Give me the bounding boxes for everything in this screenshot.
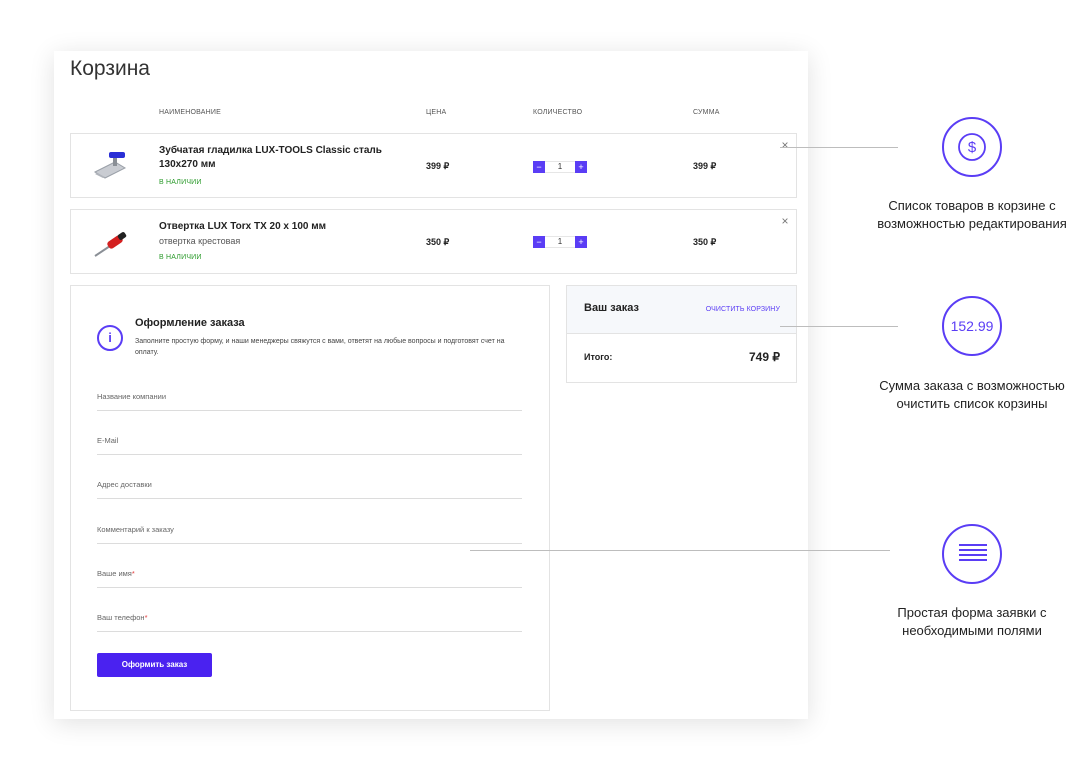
- stock-status: В НАЛИЧИИ: [159, 179, 202, 186]
- item-name[interactable]: Отвертка LUX Torx TX 20 x 100 мм: [159, 220, 409, 234]
- annotation-caption: Простая форма заявки с необходимыми поля…: [897, 605, 1047, 638]
- header-quantity: КОЛИЧЕСТВО: [533, 109, 583, 116]
- cart-row: Отвертка LUX Torx TX 20 x 100 мм отвертк…: [70, 209, 797, 274]
- header-name: НАИМЕНОВАНИЕ: [159, 109, 222, 116]
- trowel-icon: [89, 148, 133, 184]
- page: Корзина НАИМЕНОВАНИЕ ЦЕНА КОЛИЧЕСТВО СУМ…: [0, 0, 1079, 777]
- item-sum: 399 ₽: [693, 161, 717, 171]
- item-price: 350 ₽: [426, 237, 450, 247]
- field-label: Название компании: [97, 392, 167, 401]
- remove-item-close-icon[interactable]: ×: [780, 139, 790, 151]
- svg-text:$: $: [968, 139, 977, 156]
- list-icon: [942, 524, 1002, 584]
- item-subtitle: отвертка крестовая: [159, 236, 241, 246]
- field-label: Ваш телефон*: [97, 613, 148, 622]
- order-title: Ваш заказ: [584, 302, 639, 314]
- required-mark: *: [131, 569, 135, 578]
- stock-status: В НАЛИЧИИ: [159, 254, 202, 261]
- field-label: Ваше имя*: [97, 569, 135, 578]
- quantity-stepper: − 1 +: [533, 161, 587, 173]
- total-label: Итого:: [584, 352, 613, 362]
- field-label: E-Mail: [97, 436, 119, 445]
- item-sum: 350 ₽: [693, 237, 717, 247]
- increase-button[interactable]: +: [575, 236, 587, 248]
- annotation-line: [470, 550, 890, 551]
- annotation-line: [780, 147, 898, 148]
- checkout-form: i Оформление заказа Заполните простую фо…: [70, 285, 550, 711]
- order-comment-field[interactable]: Комментарий к заказу: [97, 514, 522, 544]
- annotation-line: [780, 326, 898, 327]
- required-mark: *: [144, 613, 148, 622]
- order-summary: Ваш заказ ОЧИСТИТЬ КОРЗИНУ Итого: 749 ₽: [566, 285, 797, 383]
- decrease-button[interactable]: −: [533, 161, 545, 173]
- checkout-title: Оформление заказа: [135, 317, 245, 329]
- field-label: Комментарий к заказу: [97, 525, 174, 534]
- place-order-button[interactable]: Оформить заказ: [97, 653, 212, 677]
- increase-button[interactable]: +: [575, 161, 587, 173]
- page-title: Корзина: [70, 57, 150, 80]
- item-price: 399 ₽: [426, 161, 450, 171]
- sum-badge: 152.99: [942, 296, 1002, 356]
- annotation-caption: Список товаров в корзине с возможностью …: [877, 198, 1067, 231]
- clear-cart-link[interactable]: ОЧИСТИТЬ КОРЗИНУ: [706, 306, 780, 313]
- quantity-input[interactable]: 1: [545, 161, 575, 173]
- quantity-stepper: − 1 +: [533, 236, 587, 248]
- order-summary-header: Ваш заказ ОЧИСТИТЬ КОРЗИНУ: [567, 286, 796, 334]
- table-header: НАИМЕНОВАНИЕ ЦЕНА КОЛИЧЕСТВО СУММА: [54, 109, 808, 121]
- total-value: 749 ₽: [749, 350, 780, 364]
- screwdriver-icon: [89, 224, 133, 260]
- dollar-icon: $: [942, 117, 1002, 177]
- header-sum: СУММА: [693, 109, 720, 116]
- header-price: ЦЕНА: [426, 109, 447, 116]
- item-name[interactable]: Зубчатая гладилка LUX-TOOLS Classic стал…: [159, 144, 409, 172]
- field-label: Адрес доставки: [97, 480, 152, 489]
- name-field[interactable]: Ваше имя*: [97, 558, 522, 588]
- company-name-field[interactable]: Название компании: [97, 381, 522, 411]
- phone-field[interactable]: Ваш телефон*: [97, 602, 522, 632]
- quantity-input[interactable]: 1: [545, 236, 575, 248]
- delivery-address-field[interactable]: Адрес доставки: [97, 469, 522, 499]
- cart-row: Зубчатая гладилка LUX-TOOLS Classic стал…: [70, 133, 797, 198]
- email-field[interactable]: E-Mail: [97, 425, 522, 455]
- annotation-caption: Сумма заказа с возможностью очистить спи…: [879, 378, 1065, 411]
- cart-card: Корзина НАИМЕНОВАНИЕ ЦЕНА КОЛИЧЕСТВО СУМ…: [54, 51, 808, 719]
- checkout-description: Заполните простую форму, и наши менеджер…: [135, 338, 505, 356]
- remove-item-close-icon[interactable]: ×: [780, 215, 790, 227]
- decrease-button[interactable]: −: [533, 236, 545, 248]
- info-icon: i: [97, 325, 123, 351]
